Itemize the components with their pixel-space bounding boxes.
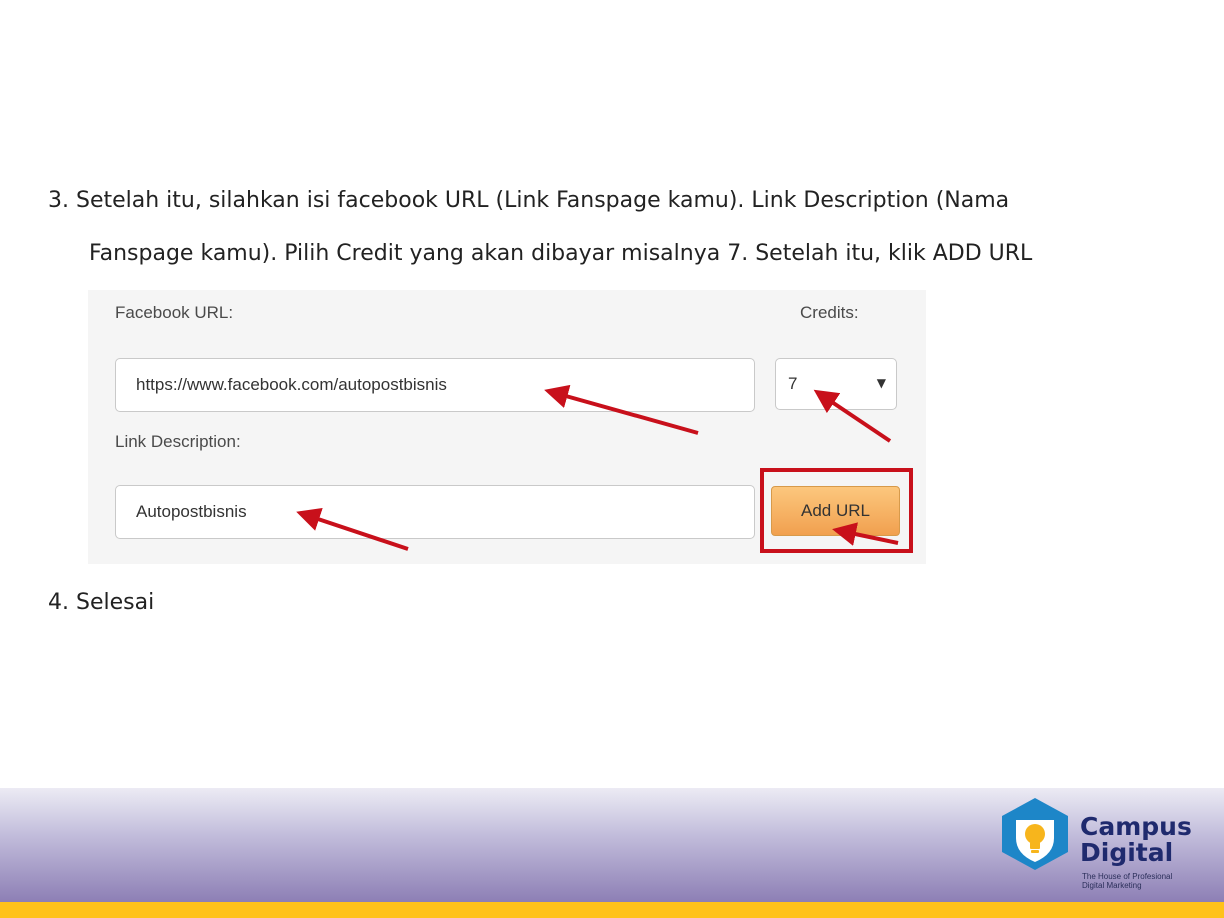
- step-4-text: 4. Selesai: [48, 590, 155, 615]
- credits-select[interactable]: 7 ▼: [775, 358, 897, 410]
- caret-down-icon: ▼: [876, 376, 886, 390]
- brand-tagline: The House of Profesional Digital Marketi…: [1082, 872, 1202, 890]
- brand-name-line-2: Digital: [1080, 838, 1174, 867]
- add-url-button[interactable]: Add URL: [771, 486, 900, 536]
- footer-stripe: [0, 902, 1224, 918]
- facebook-url-input[interactable]: https://www.facebook.com/autopostbisnis: [115, 358, 755, 412]
- brand-name-line-1: Campus: [1080, 812, 1192, 841]
- lightbulb-shield-icon: [1002, 798, 1068, 870]
- facebook-url-label: Facebook URL:: [115, 303, 234, 322]
- step-3-text-line-2: Fanspage kamu). Pilih Credit yang akan d…: [89, 241, 1033, 266]
- brand-tagline-line-2: Digital Marketing: [1082, 881, 1142, 890]
- campus-digital-logo: Campus Digital The House of Profesional …: [998, 796, 1198, 896]
- credits-selected-value: 7: [788, 374, 798, 393]
- link-description-label: Link Description:: [115, 432, 241, 451]
- credits-label: Credits:: [800, 303, 859, 322]
- step-3-text-line-1: 3. Setelah itu, silahkan isi facebook UR…: [48, 188, 1010, 213]
- add-url-form-screenshot: Facebook URL: Credits: https://www.faceb…: [88, 290, 926, 564]
- brand-tagline-line-1: The House of Profesional: [1082, 872, 1173, 881]
- link-description-input[interactable]: Autopostbisnis: [115, 485, 755, 539]
